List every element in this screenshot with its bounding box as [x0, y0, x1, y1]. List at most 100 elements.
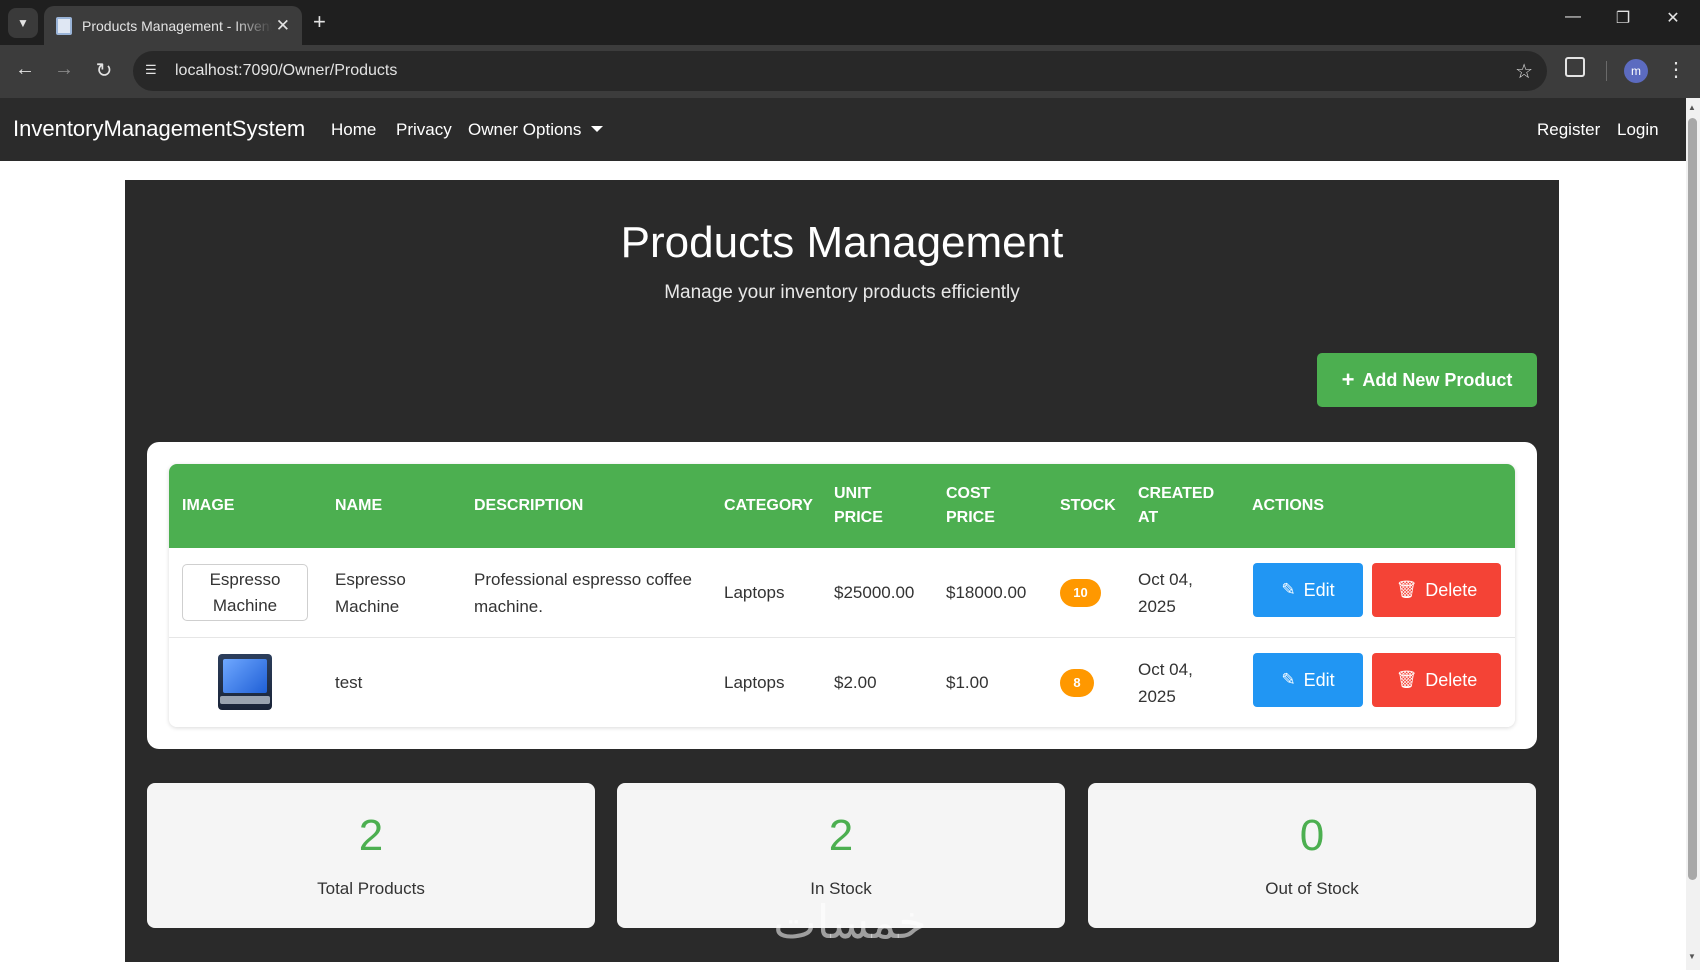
product-cost-price: $1.00	[946, 673, 989, 692]
edit-button[interactable]: ✎ Edit	[1253, 563, 1363, 617]
stock-badge: 10	[1060, 579, 1101, 607]
nav-owner-options-label: Owner Options	[468, 120, 582, 139]
nav-login[interactable]: Login	[1617, 120, 1659, 140]
laptop-screen	[223, 659, 267, 693]
stat-value: 2	[828, 811, 854, 860]
table-row: Espresso Machine Espresso Machine Profes…	[169, 548, 1515, 638]
laptop-base	[220, 696, 270, 704]
address-bar: ← → ↻ ☰ localhost:7090/Owner/Products ☆ …	[0, 45, 1700, 98]
product-unit-price: $2.00	[834, 673, 877, 692]
product-description: Professional espresso coffee machine.	[474, 566, 692, 620]
site-navbar: InventoryManagementSystem Home Privacy O…	[0, 98, 1686, 161]
stat-value: 2	[358, 811, 384, 860]
product-image-laptop	[218, 654, 272, 710]
product-created-at: Oct 04, 2025	[1138, 656, 1193, 710]
reload-icon[interactable]: ↻	[91, 58, 117, 83]
product-created-at: Oct 04, 2025	[1138, 566, 1193, 620]
scroll-up-icon[interactable]: ▲	[1688, 103, 1696, 112]
minimize-icon[interactable]: —	[1553, 8, 1593, 26]
nav-home[interactable]: Home	[331, 120, 376, 140]
close-window-icon[interactable]: ✕	[1653, 8, 1693, 28]
new-tab-icon[interactable]: +	[313, 10, 326, 34]
products-table: IMAGE NAME DESCRIPTION CATEGORY UNIT PRI…	[169, 464, 1515, 727]
nav-privacy[interactable]: Privacy	[396, 120, 452, 140]
stat-value: 0	[1299, 811, 1325, 860]
th-cost-price: COST PRICE	[946, 482, 995, 530]
back-icon[interactable]: ←	[12, 58, 38, 81]
created-line1: Oct 04,	[1138, 660, 1193, 679]
restore-icon[interactable]: ❐	[1603, 8, 1643, 28]
page-favicon-icon	[56, 16, 72, 35]
add-new-product-button[interactable]: + Add New Product	[1317, 353, 1537, 407]
th-unit-price-line1: UNIT	[834, 485, 872, 502]
edit-icon: ✎	[1281, 670, 1296, 689]
forward-icon[interactable]: →	[51, 58, 77, 81]
th-unit-price: UNIT PRICE	[834, 482, 883, 530]
brand-link[interactable]: InventoryManagementSystem	[13, 116, 305, 142]
th-created-line2: AT	[1138, 509, 1159, 526]
th-created-at: CREATED AT	[1138, 482, 1214, 530]
product-name: test	[335, 673, 363, 692]
product-category: Laptops	[724, 673, 785, 692]
th-created-line1: CREATED	[1138, 485, 1215, 502]
th-actions: ACTIONS	[1252, 497, 1324, 514]
site-info-icon[interactable]: ☰	[145, 62, 163, 80]
trash-icon: 🗑	[1395, 670, 1418, 689]
scroll-down-icon[interactable]: ▼	[1688, 952, 1696, 961]
url-text[interactable]: localhost:7090/Owner/Products	[175, 62, 397, 80]
scrollbar-thumb[interactable]	[1688, 118, 1697, 880]
browser-tab-bar: ▼ Products Management - InventoryManagem…	[0, 0, 1700, 45]
extensions-icon[interactable]	[1565, 57, 1585, 77]
product-description-line1: Professional espresso coffee	[474, 570, 692, 589]
created-line2: 2025	[1138, 597, 1176, 616]
product-category: Laptops	[724, 583, 785, 602]
bookmark-star-icon[interactable]: ☆	[1515, 59, 1533, 84]
th-cost-price-line2: PRICE	[946, 509, 995, 526]
table-header: IMAGE NAME DESCRIPTION CATEGORY UNIT PRI…	[169, 464, 1515, 548]
edit-label: Edit	[1303, 579, 1335, 600]
watermark: خمسات	[773, 895, 927, 949]
browser-tab[interactable]: Products Management - InventoryManagemen…	[44, 6, 302, 45]
browser-menu-icon[interactable]: ⋮	[1666, 57, 1686, 82]
product-description-line2: machine.	[474, 597, 543, 616]
toolbar-divider	[1606, 61, 1607, 81]
stat-label: Out of Stock	[1265, 879, 1359, 898]
product-name-line2: Machine	[335, 597, 400, 616]
profile-avatar[interactable]: m	[1624, 59, 1648, 83]
edit-icon: ✎	[1281, 580, 1296, 599]
table-row: test Laptops $2.00 $1.00 8 Oct 04, 2025 …	[169, 638, 1515, 727]
th-cost-price-line1: COST	[946, 485, 991, 502]
page-subtitle: Manage your inventory products efficient…	[664, 282, 1020, 303]
stat-card-total-products: 2 Total Products	[147, 783, 595, 928]
close-tab-icon[interactable]: ✕	[276, 16, 290, 36]
add-new-product-label: Add New Product	[1362, 369, 1513, 390]
nav-register[interactable]: Register	[1537, 120, 1600, 140]
delete-label: Delete	[1425, 579, 1478, 600]
delete-label: Delete	[1425, 669, 1478, 690]
created-line1: Oct 04,	[1138, 570, 1193, 589]
product-image-broken: Espresso Machine	[182, 564, 308, 621]
url-field[interactable]: ☰ localhost:7090/Owner/Products ☆	[133, 51, 1547, 91]
product-name: Espresso Machine	[335, 566, 406, 620]
products-panel: Products Management Manage your inventor…	[125, 180, 1559, 962]
edit-label: Edit	[1303, 669, 1335, 690]
nav-owner-options[interactable]: Owner Options	[468, 120, 604, 140]
product-cost-price: $18000.00	[946, 583, 1027, 602]
trash-icon: 🗑	[1395, 580, 1418, 599]
stock-badge: 8	[1060, 669, 1094, 697]
delete-button[interactable]: 🗑 Delete	[1372, 653, 1501, 707]
th-unit-price-line2: PRICE	[834, 509, 883, 526]
delete-button[interactable]: 🗑 Delete	[1372, 563, 1501, 617]
th-stock: STOCK	[1060, 497, 1116, 514]
tab-search-icon[interactable]: ▼	[8, 8, 38, 38]
page-title: Products Management	[620, 218, 1064, 267]
edit-button[interactable]: ✎ Edit	[1253, 653, 1363, 707]
th-name: NAME	[335, 497, 383, 514]
dropdown-caret-icon	[591, 126, 604, 132]
product-unit-price: $25000.00	[834, 583, 915, 602]
created-line2: 2025	[1138, 687, 1176, 706]
tab-title: Products Management - InventoryManagemen…	[82, 17, 272, 34]
product-name-line1: Espresso	[335, 570, 406, 589]
stat-label: Total Products	[317, 879, 425, 898]
products-table-card: IMAGE NAME DESCRIPTION CATEGORY UNIT PRI…	[147, 442, 1537, 749]
